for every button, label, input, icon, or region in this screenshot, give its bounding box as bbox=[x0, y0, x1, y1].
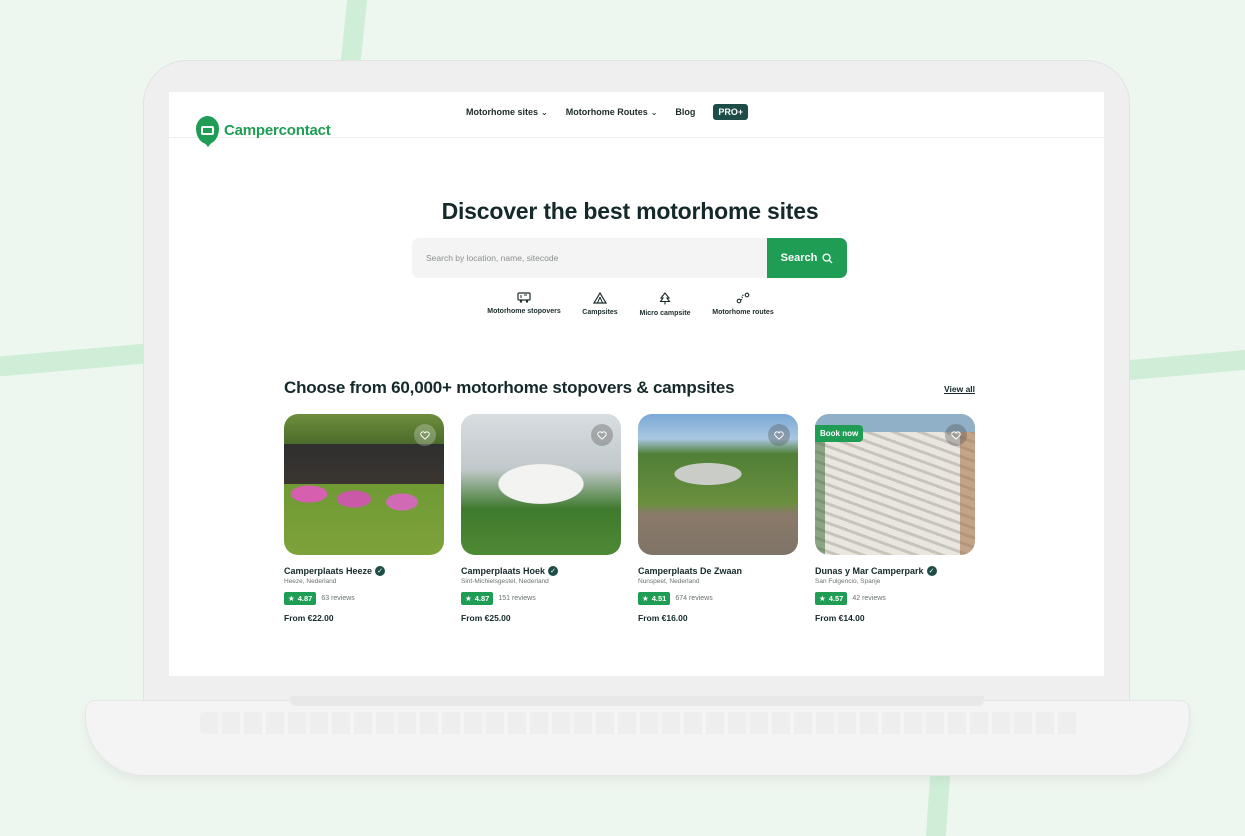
site-photo bbox=[284, 414, 444, 555]
nav-label: Motorhome sites bbox=[466, 107, 539, 117]
rating-value: 4.87 bbox=[297, 594, 313, 603]
site-photo bbox=[461, 414, 621, 555]
heart-icon bbox=[951, 430, 961, 440]
site-price: From €25.00 bbox=[461, 613, 511, 623]
star-icon: ★ bbox=[642, 594, 649, 603]
site-location: Heeze, Nederland bbox=[284, 578, 337, 585]
star-icon: ★ bbox=[819, 594, 826, 603]
nav-item-motorhome-routes[interactable]: Motorhome Routes ⌄ bbox=[566, 107, 658, 117]
search-icon bbox=[822, 252, 833, 264]
site-card[interactable]: Book now Dunas y Mar Camperpark ✓ San Fu… bbox=[815, 414, 975, 623]
review-count: 42 reviews bbox=[852, 595, 886, 602]
rating-row: ★ 4.87 63 reviews bbox=[284, 592, 444, 605]
site-header: Campercontact Motorhome sites ⌄ Motorhom… bbox=[169, 92, 1104, 147]
review-count: 674 reviews bbox=[675, 595, 713, 602]
category-label: Motorhome routes bbox=[712, 309, 774, 316]
site-name: Dunas y Mar Camperpark bbox=[815, 566, 924, 576]
site-card[interactable]: Camperplaats De Zwaan Nunspeet, Nederlan… bbox=[638, 414, 798, 623]
view-all-link[interactable]: View all bbox=[944, 384, 975, 394]
route-icon bbox=[736, 292, 750, 304]
rating-badge: ★ 4.51 bbox=[638, 592, 671, 605]
verified-icon: ✓ bbox=[548, 566, 559, 576]
heart-icon bbox=[774, 430, 784, 440]
site-name-row: Camperplaats De Zwaan bbox=[638, 566, 798, 576]
main-nav: Motorhome sites ⌄ Motorhome Routes ⌄ Blo… bbox=[466, 104, 749, 120]
bg-stripe bbox=[340, 0, 368, 60]
nav-label: Motorhome Routes bbox=[565, 107, 648, 117]
tree-icon bbox=[659, 292, 671, 305]
bg-stripe bbox=[1130, 349, 1245, 381]
search-input[interactable] bbox=[412, 238, 767, 278]
pro-plus-button[interactable]: PRO+ bbox=[713, 104, 749, 120]
nav-item-motorhome-sites[interactable]: Motorhome sites ⌄ bbox=[466, 107, 548, 117]
site-name: Camperplaats De Zwaan bbox=[638, 566, 743, 576]
site-card[interactable]: Camperplaats Hoek ✓ Sint-Michielsgestel,… bbox=[461, 414, 621, 623]
category-label: Motorhome stopovers bbox=[487, 308, 561, 315]
review-count: 63 reviews bbox=[321, 595, 355, 602]
favorite-button[interactable] bbox=[768, 424, 790, 446]
category-motorhome-stopovers[interactable]: Motorhome stopovers bbox=[479, 292, 569, 317]
nav-item-blog[interactable]: Blog bbox=[675, 107, 695, 117]
site-photo: Book now bbox=[815, 414, 975, 555]
logo[interactable]: Campercontact bbox=[196, 116, 331, 147]
hero-title: Discover the best motorhome sites bbox=[441, 198, 819, 224]
rating-value: 4.57 bbox=[828, 594, 844, 603]
site-cards: Camperplaats Heeze ✓ Heeze, Nederland ★ 4… bbox=[284, 414, 975, 623]
rating-badge: ★ 4.57 bbox=[815, 592, 848, 605]
site-card[interactable]: Camperplaats Heeze ✓ Heeze, Nederland ★ 4… bbox=[284, 414, 444, 623]
site-location: Nunspeet, Nederland bbox=[638, 578, 700, 585]
heart-icon bbox=[420, 430, 430, 440]
site-name-row: Camperplaats Heeze ✓ bbox=[284, 566, 444, 576]
heart-icon bbox=[597, 430, 607, 440]
site-name-row: Dunas y Mar Camperpark ✓ bbox=[815, 566, 975, 576]
camper-pin-icon bbox=[196, 116, 219, 147]
site-name: Camperplaats Heeze bbox=[284, 566, 373, 576]
motorhome-icon bbox=[517, 292, 531, 303]
rating-value: 4.51 bbox=[651, 594, 667, 603]
rating-value: 4.87 bbox=[474, 594, 490, 603]
search-button[interactable]: Search bbox=[767, 238, 847, 278]
nav-label: Blog bbox=[675, 107, 696, 117]
site-price: From €22.00 bbox=[284, 613, 334, 623]
bg-stripe bbox=[0, 343, 145, 377]
review-count: 151 reviews bbox=[498, 595, 536, 602]
star-icon: ★ bbox=[465, 594, 472, 603]
rating-row: ★ 4.51 674 reviews bbox=[638, 592, 798, 605]
site-price: From €16.00 bbox=[638, 613, 688, 623]
favorite-button[interactable] bbox=[414, 424, 436, 446]
verified-icon: ✓ bbox=[375, 566, 386, 576]
site-name: Camperplaats Hoek bbox=[461, 566, 546, 576]
favorite-button[interactable] bbox=[591, 424, 613, 446]
search-button-label: Search bbox=[780, 252, 818, 264]
category-label: Micro campsite bbox=[639, 310, 691, 317]
site-name-row: Camperplaats Hoek ✓ bbox=[461, 566, 621, 576]
rating-badge: ★ 4.87 bbox=[461, 592, 494, 605]
chevron-down-icon: ⌄ bbox=[650, 107, 658, 117]
category-label: Campsites bbox=[582, 309, 618, 316]
rating-row: ★ 4.57 42 reviews bbox=[815, 592, 975, 605]
category-motorhome-routes[interactable]: Motorhome routes bbox=[699, 292, 787, 317]
logo-text: Campercontact bbox=[224, 121, 331, 139]
site-price: From €14.00 bbox=[815, 613, 865, 623]
site-location: San Fulgencio, Spanje bbox=[815, 578, 881, 585]
laptop-notch bbox=[290, 696, 984, 706]
browser-screen: Campercontact Motorhome sites ⌄ Motorhom… bbox=[169, 92, 1104, 676]
verified-icon: ✓ bbox=[926, 566, 937, 576]
laptop-keyboard bbox=[200, 712, 1080, 734]
book-now-badge[interactable]: Book now bbox=[815, 425, 864, 442]
category-campsites[interactable]: Campsites bbox=[569, 292, 631, 317]
favorite-button[interactable] bbox=[945, 424, 967, 446]
category-filters: Motorhome stopovers Campsites Micro camp… bbox=[479, 292, 787, 317]
rating-row: ★ 4.87 151 reviews bbox=[461, 592, 621, 605]
site-location: Sint-Michielsgestel, Nederland bbox=[461, 578, 549, 585]
bg-stripe bbox=[925, 775, 951, 836]
rating-badge: ★ 4.87 bbox=[284, 592, 317, 605]
chevron-down-icon: ⌄ bbox=[541, 107, 548, 117]
site-photo bbox=[638, 414, 798, 555]
star-icon: ★ bbox=[288, 594, 295, 603]
category-micro-campsite[interactable]: Micro campsite bbox=[631, 292, 699, 317]
section-title: Choose from 60,000+ motorhome stopovers … bbox=[284, 378, 735, 397]
tent-icon bbox=[593, 292, 607, 304]
search-bar: Search bbox=[412, 238, 847, 278]
